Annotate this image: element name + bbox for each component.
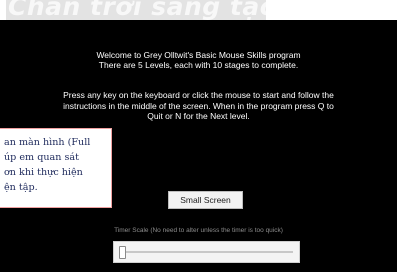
timer-scale-slider[interactable] [113,241,300,263]
callout-line: ện tập. [4,182,38,193]
slider-thumb[interactable] [119,246,126,259]
levels-line: There are 5 Levels, each with 10 stages … [98,60,299,70]
instruction-line: Quit or N for the Next level. [147,111,250,121]
small-screen-button[interactable]: Small Screen [168,191,243,209]
welcome-message: Welcome to Grey Olltwit's Basic Mouse Sk… [0,50,397,70]
slider-track[interactable] [120,251,293,253]
welcome-line: Welcome to Grey Olltwit's Basic Mouse Sk… [96,50,301,60]
callout-line: úp em quan sát [4,152,79,163]
timer-scale-label: Timer Scale (No need to alter unless the… [114,227,283,234]
instruction-line: instructions in the middle of the screen… [63,100,334,111]
callout-box: an màn hình (Full úp em quan sát ơn khi … [0,128,112,208]
callout-line: ơn khi thực hiện [4,167,83,178]
callout-line: an màn hình (Full [4,137,91,148]
instructions-text: Press any key on the keyboard or click t… [0,90,397,122]
instruction-line: Press any key on the keyboard or click t… [63,90,334,100]
